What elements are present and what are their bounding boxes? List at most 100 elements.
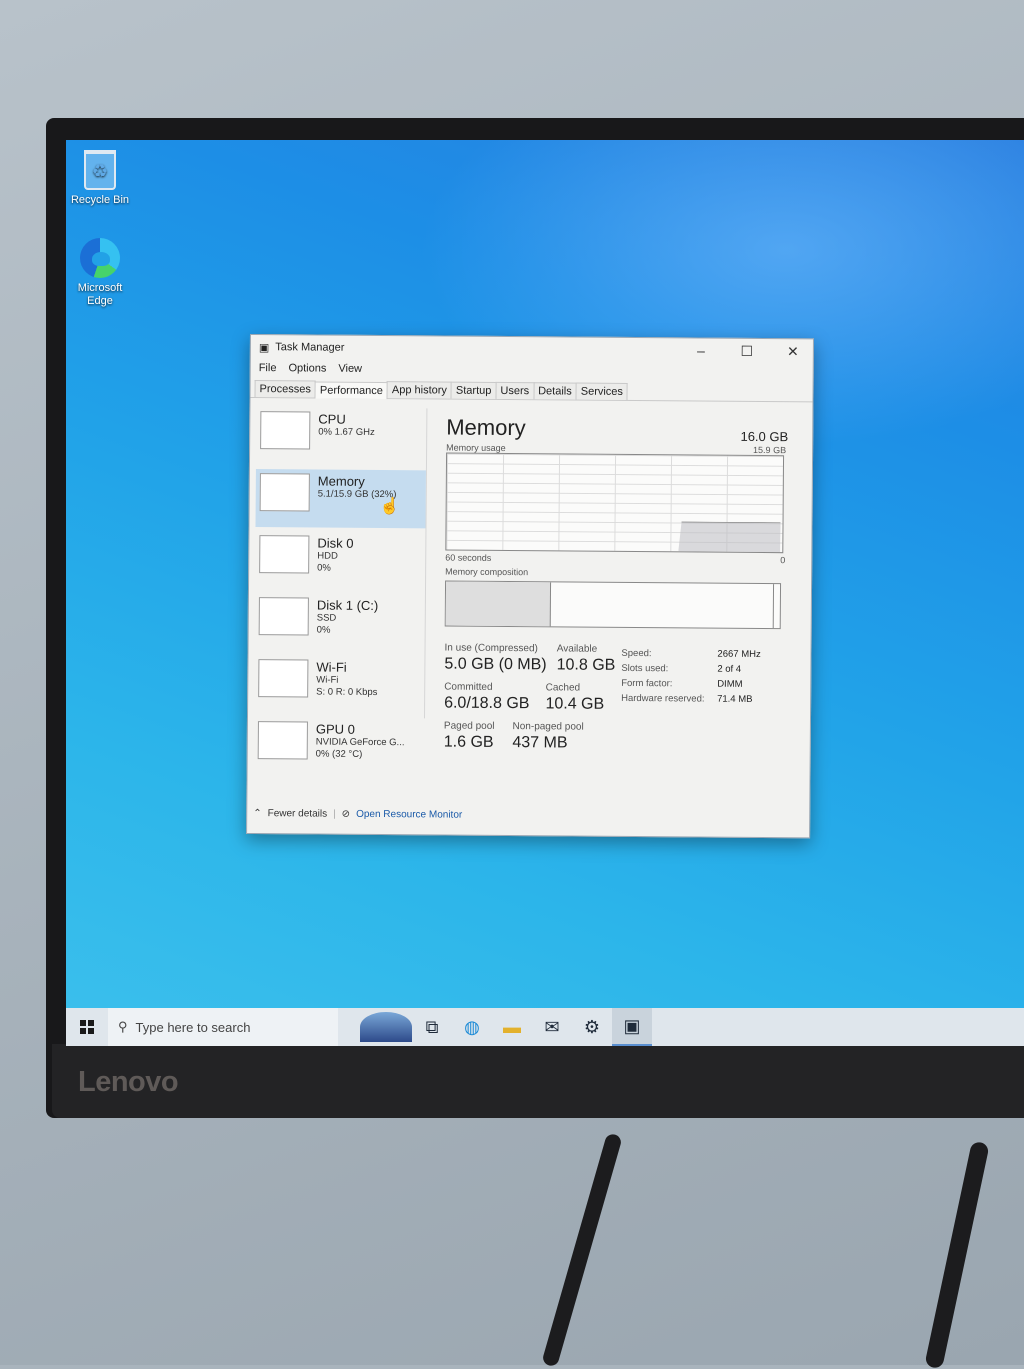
settings-gear-icon[interactable]: ⚙ [572, 1008, 612, 1046]
memory-composition-bar [444, 580, 782, 630]
spec-row: Hardware reserved: 71.4 MB [621, 691, 760, 707]
spec-value: 71.4 MB [717, 693, 753, 705]
resource-detail: 0% [316, 624, 331, 636]
resource-cpu[interactable]: CPU 0% 1.67 GHz [256, 407, 426, 466]
desktop-screen: ♻ Recycle Bin Microsoft Edge ▣ Task Mana… [66, 140, 1024, 1046]
resource-monitor-icon: ⊘ [341, 808, 351, 820]
resource-list: CPU 0% 1.67 GHz Memory 5.1/15.9 GB (32%)… [253, 407, 428, 760]
footer-divider: | [333, 808, 336, 820]
resource-wifi[interactable]: Wi-Fi Wi-Fi S: 0 R: 0 Kbps [254, 655, 424, 714]
tab-startup[interactable]: Startup [450, 381, 497, 399]
tab-details[interactable]: Details [533, 382, 577, 400]
resource-name: Disk 0 [317, 535, 354, 551]
lenovo-logo: Lenovo [78, 1066, 179, 1098]
spec-row: Form factor: DIMM [621, 676, 760, 692]
stat-available: Available 10.8 GB [557, 643, 616, 674]
memory-specs: Speed: 2667 MHz Slots used: 2 of 4 Form … [621, 646, 761, 754]
resource-detail: NVIDIA GeForce G... [315, 736, 405, 749]
stat-label: Committed [444, 681, 493, 693]
resource-thumbnail [260, 411, 311, 450]
tab-app-history[interactable]: App history [386, 381, 453, 399]
resource-name: CPU [318, 411, 346, 427]
resource-thumbnail [259, 535, 310, 574]
news-weather-icon[interactable] [360, 1012, 412, 1042]
tab-services[interactable]: Services [575, 382, 629, 400]
file-explorer-icon[interactable]: ▬ [492, 1008, 532, 1046]
taskbar-search-box[interactable]: ⚲ Type here to search [108, 1008, 338, 1046]
resource-detail: SSD [316, 612, 337, 624]
maximize-button[interactable]: ☐ [727, 342, 767, 359]
fewer-details-link[interactable]: Fewer details [268, 808, 328, 819]
stat-label: Paged pool [443, 720, 495, 732]
stat-value: 6.0/18.8 GB [444, 694, 530, 713]
tab-processes[interactable]: Processes [254, 380, 316, 398]
windows-logo-icon [80, 1020, 94, 1034]
stat-in-use: In use (Compressed) 5.0 GB (0 MB) [444, 643, 546, 675]
tab-strip: Processes Performance App history Startu… [250, 377, 813, 403]
stat-label: Available [556, 643, 598, 655]
spec-value: DIMM [717, 678, 743, 690]
minimize-button[interactable]: – [681, 342, 721, 359]
resource-detail: 0% 1.67 GHz [318, 426, 375, 438]
desktop-icon-recycle-bin[interactable]: ♻ Recycle Bin [66, 150, 138, 207]
edge-icon [80, 238, 120, 278]
resource-thumbnail [257, 721, 308, 760]
tab-users[interactable]: Users [495, 381, 535, 400]
memory-usage-label: Memory usage [446, 442, 506, 454]
spec-value: 2 of 4 [717, 663, 742, 675]
chevron-up-icon[interactable]: ⌃ [253, 808, 261, 819]
mail-icon[interactable]: ✉ [532, 1008, 572, 1046]
stat-label: In use (Compressed) [444, 642, 538, 655]
resource-thumbnail [258, 597, 309, 636]
spec-label: Slots used: [621, 662, 669, 675]
stat-label: Cached [545, 682, 581, 694]
spec-label: Form factor: [621, 677, 673, 690]
memory-usage-area [678, 522, 780, 553]
stat-value: 10.8 GB [556, 656, 616, 674]
task-manager-icon: ▣ [258, 341, 270, 354]
memory-total: 16.0 GB [740, 428, 789, 445]
stat-paged-pool: Paged pool 1.6 GB [444, 721, 495, 752]
edge-taskbar-icon[interactable]: ◍ [452, 1008, 492, 1046]
resource-detail: Wi-Fi [316, 674, 339, 686]
resource-thumbnail [258, 659, 309, 698]
stat-committed: Committed 6.0/18.8 GB [444, 682, 530, 714]
stat-value: 1.6 GB [443, 733, 494, 751]
resource-detail: HDD [317, 550, 338, 562]
close-button[interactable]: ✕ [773, 343, 813, 360]
desktop-icon-label: Recycle Bin [70, 194, 130, 206]
time-span-label: 60 seconds [445, 552, 492, 563]
desktop-icon-edge[interactable]: Microsoft Edge [66, 238, 138, 308]
resource-name: Memory [317, 473, 365, 489]
resource-detail: 0% (32 °C) [315, 748, 363, 760]
resource-memory[interactable]: Memory 5.1/15.9 GB (32%) ☝ [255, 469, 426, 529]
resource-disk-0[interactable]: Disk 0 HDD 0% [255, 531, 425, 590]
composition-modified [772, 584, 775, 629]
menu-options[interactable]: Options [288, 362, 326, 374]
task-manager-taskbar-icon[interactable]: ▣ [612, 1008, 652, 1046]
spec-row: Slots used: 2 of 4 [621, 661, 760, 677]
spec-label: Speed: [621, 647, 652, 660]
stat-label: Non-paged pool [512, 721, 584, 733]
start-button[interactable] [66, 1008, 108, 1046]
task-manager-window[interactable]: ▣ Task Manager – ☐ ✕ File Options View P… [246, 334, 814, 839]
resource-thumbnail [259, 473, 310, 512]
search-placeholder: Type here to search [135, 1019, 251, 1035]
search-icon: ⚲ [118, 1019, 128, 1034]
resource-detail: 0% [317, 562, 331, 574]
taskbar: ⚲ Type here to search ⧉ ◍ ▬ ✉ ⚙ ▣ [66, 1008, 1024, 1046]
resource-gpu-0[interactable]: GPU 0 NVIDIA GeForce G... 0% (32 °C) [254, 717, 424, 776]
graph-zero-label: 0 [780, 555, 786, 566]
menu-file[interactable]: File [259, 362, 277, 374]
menu-view[interactable]: View [338, 363, 362, 375]
open-resource-monitor-link[interactable]: Open Resource Monitor [356, 809, 462, 821]
recycle-bin-icon: ♻ [84, 150, 116, 190]
stat-value: 437 MB [512, 734, 568, 752]
resource-name: GPU 0 [315, 721, 355, 737]
resource-detail: S: 0 R: 0 Kbps [316, 686, 378, 699]
hand-cursor-icon: ☝ [379, 498, 400, 516]
task-view-icon[interactable]: ⧉ [412, 1008, 452, 1046]
resource-disk-1[interactable]: Disk 1 (C:) SSD 0% [255, 593, 425, 652]
tab-performance[interactable]: Performance [314, 381, 388, 400]
resource-name: Disk 1 (C:) [316, 597, 379, 614]
